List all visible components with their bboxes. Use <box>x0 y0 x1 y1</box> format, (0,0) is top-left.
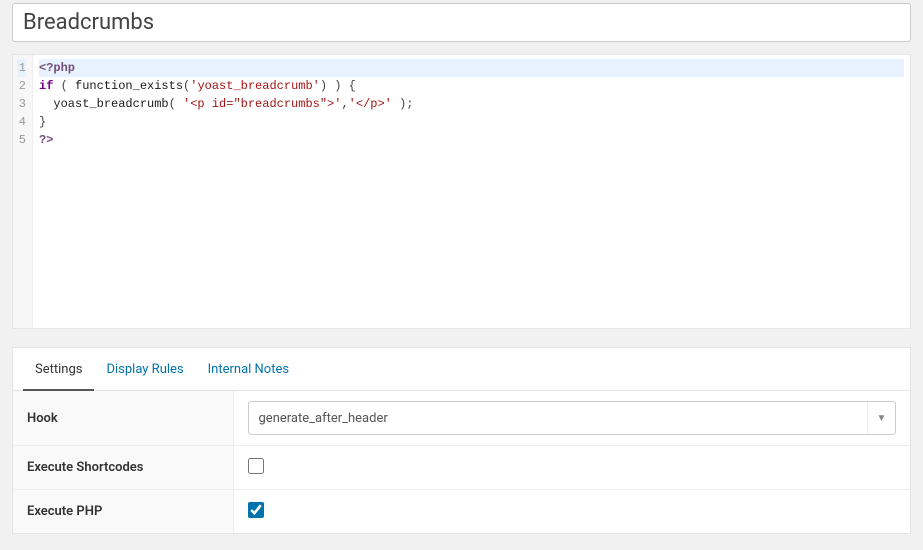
tab-settings[interactable]: Settings <box>23 348 94 391</box>
line-number: 4 <box>17 113 26 131</box>
tab-bar: SettingsDisplay RulesInternal Notes <box>13 348 910 391</box>
code-line[interactable]: if ( function_exists('yoast_breadcrumb')… <box>39 77 904 95</box>
line-number: 5 <box>17 131 26 149</box>
execute-shortcodes-checkbox[interactable] <box>248 458 264 474</box>
title-input[interactable] <box>12 3 911 42</box>
line-number: 2 <box>17 77 26 95</box>
hook-select-value: generate_after_header <box>259 411 388 426</box>
line-number: 3 <box>17 95 26 113</box>
settings-panel: SettingsDisplay RulesInternal Notes Hook… <box>12 347 911 534</box>
code-line[interactable]: } <box>39 113 904 131</box>
code-gutter: 12345 <box>13 55 33 328</box>
code-line[interactable]: <?php <box>39 59 904 77</box>
php-label: Execute PHP <box>13 490 233 534</box>
shortcodes-label: Execute Shortcodes <box>13 446 233 490</box>
line-number: 1 <box>17 59 26 77</box>
execute-php-checkbox[interactable] <box>248 502 264 518</box>
code-area[interactable]: <?phpif ( function_exists('yoast_breadcr… <box>33 55 910 328</box>
tab-display-rules[interactable]: Display Rules <box>94 348 195 390</box>
code-editor[interactable]: 12345 <?phpif ( function_exists('yoast_b… <box>12 54 911 329</box>
chevron-down-icon: ▼ <box>867 402 895 434</box>
hook-label: Hook <box>13 391 233 446</box>
code-line[interactable]: yoast_breadcrumb( '<p id="breadcrumbs">'… <box>39 95 904 113</box>
tab-internal-notes[interactable]: Internal Notes <box>196 348 301 390</box>
code-line[interactable]: ?> <box>39 131 904 149</box>
hook-select[interactable]: generate_after_header ▼ <box>248 401 897 435</box>
